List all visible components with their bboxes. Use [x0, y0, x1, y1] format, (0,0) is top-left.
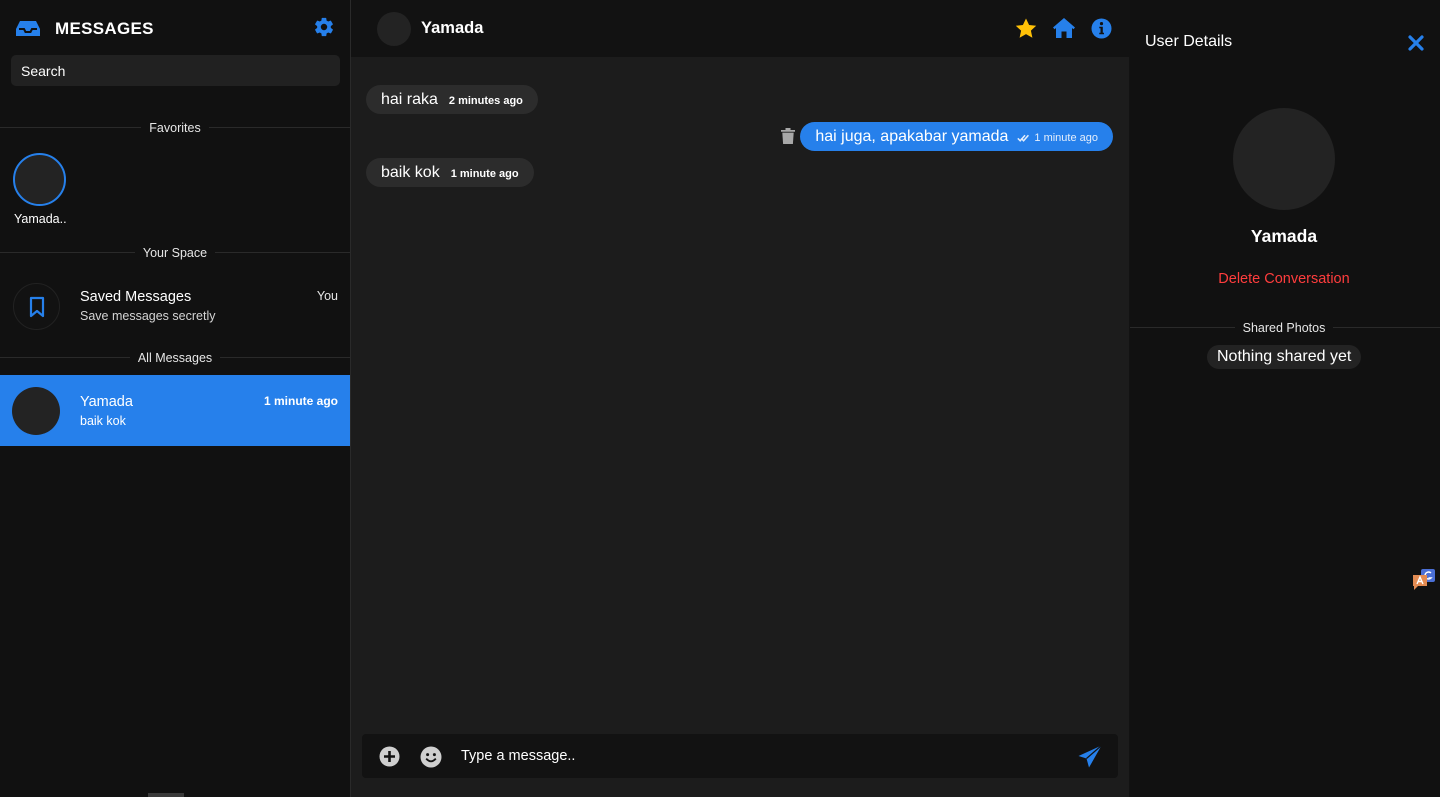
- saved-messages-tag: You: [316, 289, 338, 303]
- saved-messages-item[interactable]: Saved Messages Save messages secretly Yo…: [0, 278, 350, 336]
- sidebar-title: MESSAGES: [55, 19, 154, 38]
- smiley-icon[interactable]: [420, 746, 442, 768]
- favorites-label: Favorites: [0, 121, 350, 135]
- message-text: hai raka: [381, 90, 438, 108]
- search-input[interactable]: [11, 55, 340, 86]
- chat-panel: Yamada hai raka 2 minutes ago hai juga, …: [351, 0, 1129, 797]
- contact-name: Yamada: [80, 394, 133, 410]
- sidebar-header: MESSAGES: [0, 0, 350, 56]
- send-icon[interactable]: [1078, 745, 1102, 768]
- message-text: hai juga, apakabar yamada: [815, 127, 1009, 145]
- gear-icon[interactable]: [313, 16, 335, 38]
- contact-time: 1 minute ago: [263, 394, 338, 408]
- delete-conversation-button[interactable]: Delete Conversation: [1130, 271, 1438, 287]
- saved-messages-avatar: [13, 283, 60, 330]
- favorite-name[interactable]: Yamada..: [14, 212, 67, 226]
- contact-list-item[interactable]: Yamada baik kok 1 minute ago: [0, 375, 350, 446]
- contact-last-message: baik kok: [80, 414, 126, 428]
- details-name: Yamada: [1250, 226, 1318, 246]
- message-bubble-incoming[interactable]: hai raka 2 minutes ago: [366, 85, 538, 114]
- translate-icon[interactable]: [1411, 569, 1437, 593]
- chat-header: Yamada: [351, 0, 1129, 57]
- your-space-label: Your Space: [0, 246, 350, 260]
- double-check-icon: [1017, 134, 1030, 142]
- favorite-avatar[interactable]: [13, 153, 66, 206]
- message-time: 1 minute ago: [450, 168, 519, 180]
- info-icon[interactable]: [1091, 18, 1112, 39]
- star-icon[interactable]: [1014, 17, 1038, 41]
- avatar: [12, 387, 60, 435]
- saved-messages-subtitle: Save messages secretly: [80, 309, 216, 323]
- message-bubble-incoming[interactable]: baik kok 1 minute ago: [366, 158, 534, 187]
- inbox-icon: [16, 21, 40, 36]
- message-time: 1 minute ago: [1034, 132, 1098, 144]
- message-text: baik kok: [381, 163, 440, 181]
- user-details-panel: User Details Yamada Delete Conversation …: [1130, 0, 1440, 797]
- nothing-shared-badge: Nothing shared yet: [1207, 345, 1362, 369]
- details-avatar: [1233, 108, 1335, 210]
- sidebar: MESSAGES Favorites Yamada.. Your Space S…: [0, 0, 351, 797]
- details-title: User Details: [1145, 33, 1233, 50]
- close-icon[interactable]: [1408, 35, 1424, 51]
- message-time: 2 minutes ago: [448, 95, 523, 107]
- chat-contact-name: Yamada: [421, 19, 484, 37]
- message-bubble-outgoing[interactable]: hai juga, apakabar yamada 1 minute ago: [800, 122, 1113, 151]
- plus-circle-icon[interactable]: [379, 746, 400, 767]
- scrollbar-thumb[interactable]: [148, 793, 184, 797]
- message-composer: [362, 734, 1118, 778]
- trash-icon[interactable]: [780, 127, 796, 145]
- all-messages-label: All Messages: [0, 351, 350, 365]
- bookmark-icon: [29, 296, 45, 318]
- message-input[interactable]: [461, 742, 1061, 770]
- shared-photos-label: Shared Photos: [1130, 321, 1438, 335]
- chat-avatar[interactable]: [377, 12, 411, 46]
- saved-messages-name: Saved Messages: [80, 289, 192, 305]
- home-icon[interactable]: [1052, 17, 1076, 39]
